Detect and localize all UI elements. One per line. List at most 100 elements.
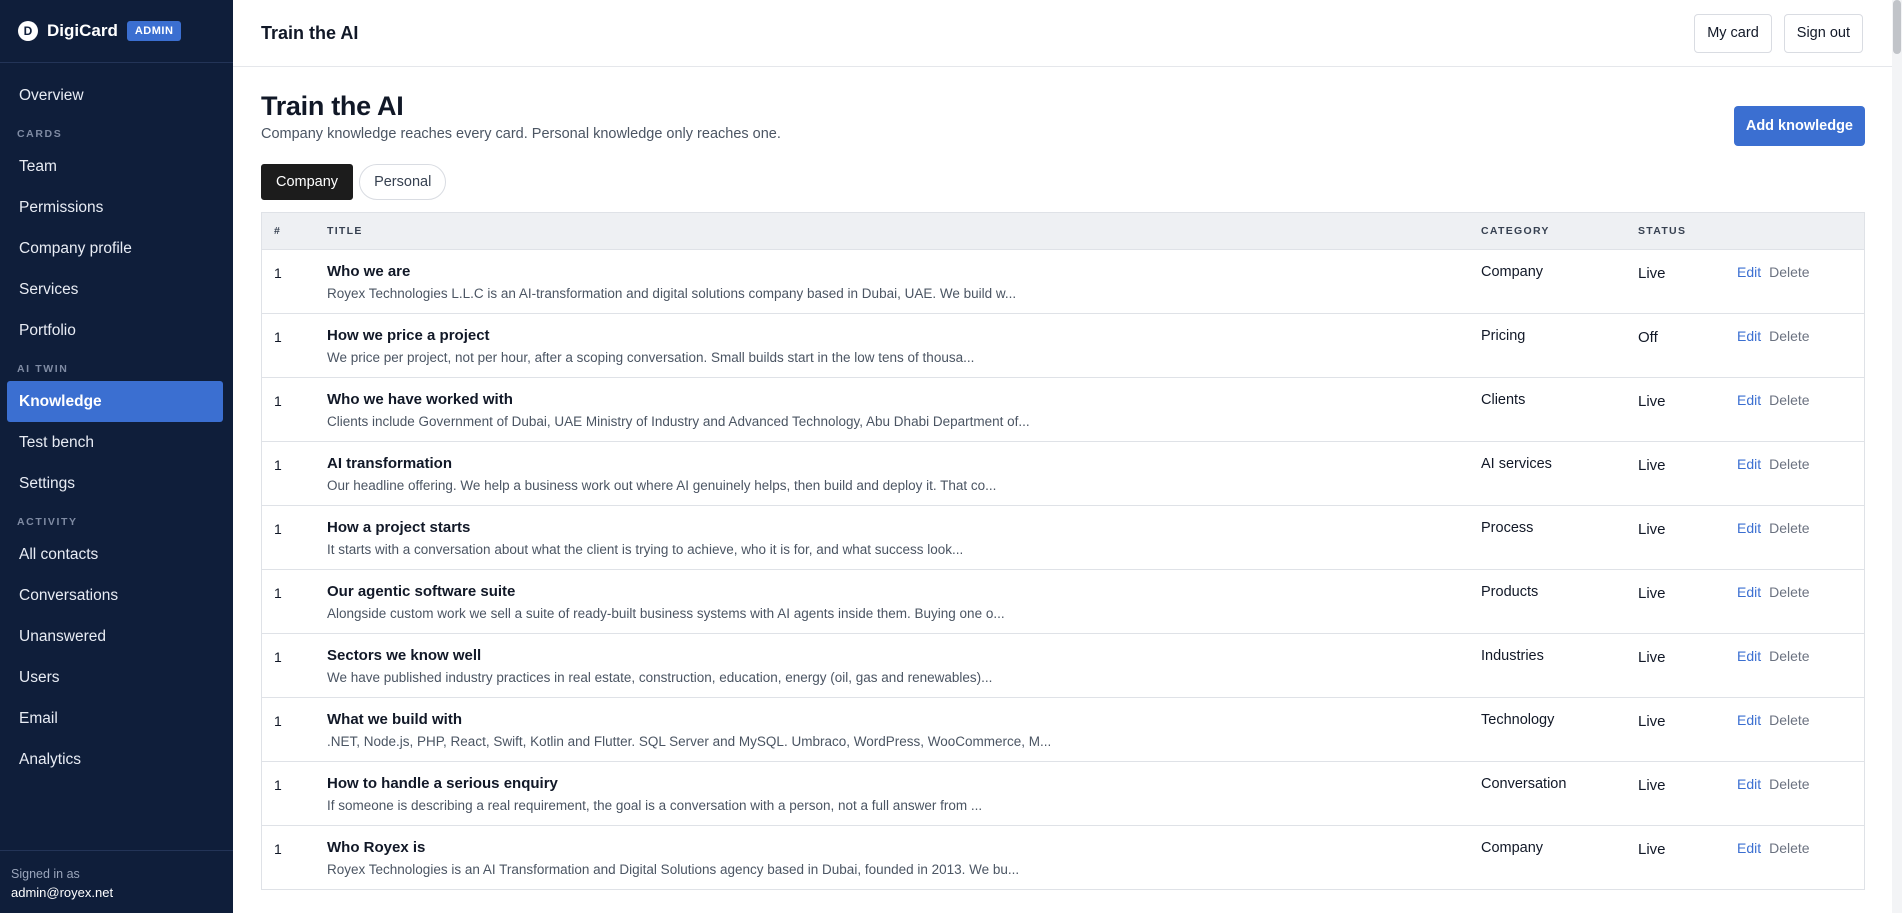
delete-link[interactable]: Delete	[1769, 712, 1809, 728]
row-number: 1	[274, 777, 282, 793]
brand-name: DigiCard	[47, 21, 118, 40]
row-actions: Edit Delete	[1737, 711, 1864, 728]
row-title: How to handle a serious enquiry	[327, 775, 558, 792]
page-scrollbar[interactable]	[1892, 0, 1902, 913]
row-number: 1	[274, 713, 282, 729]
scrollbar-thumb[interactable]	[1893, 0, 1901, 54]
table-row: 1 What we build with .NET, Node.js, PHP, R…	[262, 698, 1864, 762]
delete-link[interactable]: Delete	[1769, 328, 1809, 344]
edit-link[interactable]: Edit	[1737, 712, 1761, 728]
row-description: .NET, Node.js, PHP, React, Swift, Kotlin…	[327, 734, 1052, 749]
edit-link[interactable]: Edit	[1737, 520, 1761, 536]
edit-link[interactable]: Edit	[1737, 776, 1761, 792]
edit-link[interactable]: Edit	[1737, 840, 1761, 856]
sidebar-item-unanswered[interactable]: Unanswered	[7, 616, 223, 657]
sidebar-item-settings[interactable]: Settings	[7, 463, 223, 504]
table-row: 1 Sectors we know well We have published i…	[262, 634, 1864, 698]
sign-out-button[interactable]: Sign out	[1783, 13, 1863, 53]
row-actions: Edit Delete	[1737, 327, 1864, 344]
delete-link[interactable]: Delete	[1769, 456, 1809, 472]
edit-link[interactable]: Edit	[1737, 328, 1761, 344]
page-subtitle: Company knowledge reaches every card. Pe…	[261, 126, 781, 142]
row-category: Pricing	[1481, 328, 1526, 344]
row-category: Clients	[1481, 392, 1526, 408]
table-row: 1 How we price a project We price per proj…	[262, 314, 1864, 378]
column-header-category: CATEGORY	[1481, 225, 1550, 237]
row-category: Industries	[1481, 648, 1544, 664]
delete-link[interactable]: Delete	[1769, 264, 1809, 280]
delete-link[interactable]: Delete	[1769, 584, 1809, 600]
sidebar-section-cards: CARDS	[17, 128, 63, 140]
delete-link[interactable]: Delete	[1769, 392, 1809, 408]
table-body: 1 Who we are Royex Technologies L.L.C is a…	[262, 250, 1864, 890]
row-status: Live	[1638, 265, 1666, 282]
delete-link[interactable]: Delete	[1769, 648, 1809, 664]
table-row: 1 Our agentic software suite Alongside cus…	[262, 570, 1864, 634]
row-status: Live	[1638, 777, 1666, 794]
row-title-cell: How we price a project We price per proje…	[327, 327, 1481, 365]
sidebar-item-knowledge[interactable]: Knowledge	[7, 381, 223, 422]
row-title: Our agentic software suite	[327, 583, 516, 600]
sidebar-section-activity: ACTIVITY	[17, 516, 78, 528]
sidebar-item-email[interactable]: Email	[7, 698, 223, 739]
sidebar-item-analytics[interactable]: Analytics	[7, 739, 223, 780]
sidebar-item-permissions[interactable]: Permissions	[7, 187, 223, 228]
row-category: Company	[1481, 840, 1544, 856]
column-header-num: #	[274, 225, 282, 237]
delete-link[interactable]: Delete	[1769, 520, 1809, 536]
row-title: What we build with	[327, 711, 462, 728]
tab-company[interactable]: Company	[261, 164, 354, 200]
row-status: Live	[1638, 585, 1666, 602]
sidebar-item-test-bench[interactable]: Test bench	[7, 422, 223, 463]
row-description: Our headline offering. We help a busines…	[327, 478, 997, 493]
sidebar-item-overview[interactable]: Overview	[7, 75, 223, 116]
table-row: 1 How a project starts It starts with a co…	[262, 506, 1864, 570]
row-number: 1	[274, 457, 282, 473]
edit-link[interactable]: Edit	[1737, 456, 1761, 472]
sidebar-item-company-profile[interactable]: Company profile	[7, 228, 223, 269]
row-title-cell: Who we are Royex Technologies L.L.C is an…	[327, 263, 1481, 301]
sidebar-item-team[interactable]: Team	[7, 146, 223, 187]
edit-link[interactable]: Edit	[1737, 264, 1761, 280]
row-category: Process	[1481, 520, 1534, 536]
row-number: 1	[274, 649, 282, 665]
delete-link[interactable]: Delete	[1769, 840, 1809, 856]
row-description: It starts with a conversation about what…	[327, 542, 964, 557]
row-description: Royex Technologies is an AI Transformati…	[327, 862, 1020, 877]
row-number: 1	[274, 393, 282, 409]
row-status: Live	[1638, 521, 1666, 538]
my-card-button[interactable]: My card	[1694, 13, 1772, 53]
sidebar-item-all-contacts[interactable]: All contacts	[7, 534, 223, 575]
table-row: 1 Who we have worked with Clients include …	[262, 378, 1864, 442]
row-description: Alongside custom work we sell a suite of…	[327, 606, 1005, 621]
brand[interactable]: D DigiCard ADMIN	[0, 0, 233, 63]
row-title: Who we are	[327, 263, 411, 280]
sidebar-item-portfolio[interactable]: Portfolio	[7, 310, 223, 351]
row-title: Who Royex is	[327, 839, 426, 856]
row-title-cell: Who we have worked with Clients include G…	[327, 391, 1481, 429]
sidebar-item-users[interactable]: Users	[7, 657, 223, 698]
knowledge-table: # TITLE CATEGORY STATUS 1 Who we are Royex…	[261, 212, 1865, 890]
sidebar-item-services[interactable]: Services	[7, 269, 223, 310]
signed-in-label: Signed in as	[11, 867, 80, 881]
sidebar-item-conversations[interactable]: Conversations	[7, 575, 223, 616]
topbar-actions: My card Sign out	[1694, 13, 1863, 53]
row-actions: Edit Delete	[1737, 391, 1864, 408]
row-number: 1	[274, 585, 282, 601]
edit-link[interactable]: Edit	[1737, 648, 1761, 664]
row-category: Company	[1481, 264, 1544, 280]
row-actions: Edit Delete	[1737, 647, 1864, 664]
row-description: Royex Technologies L.L.C is an AI-transf…	[327, 286, 1017, 301]
sidebar-section-ai-twin: AI TWIN	[17, 363, 69, 375]
sidebar-nav: Overview CARDS Team Permissions Company …	[0, 63, 233, 780]
row-number: 1	[274, 841, 282, 857]
delete-link[interactable]: Delete	[1769, 776, 1809, 792]
add-knowledge-button[interactable]: Add knowledge	[1733, 106, 1865, 146]
table-row: 1 Who we are Royex Technologies L.L.C is a…	[262, 250, 1864, 314]
edit-link[interactable]: Edit	[1737, 392, 1761, 408]
table-row: 1 How to handle a serious enquiry If someo…	[262, 762, 1864, 826]
row-title: How we price a project	[327, 327, 490, 344]
edit-link[interactable]: Edit	[1737, 584, 1761, 600]
row-title-cell: AI transformation Our headline offering. …	[327, 455, 1481, 493]
tab-personal[interactable]: Personal	[359, 164, 447, 200]
